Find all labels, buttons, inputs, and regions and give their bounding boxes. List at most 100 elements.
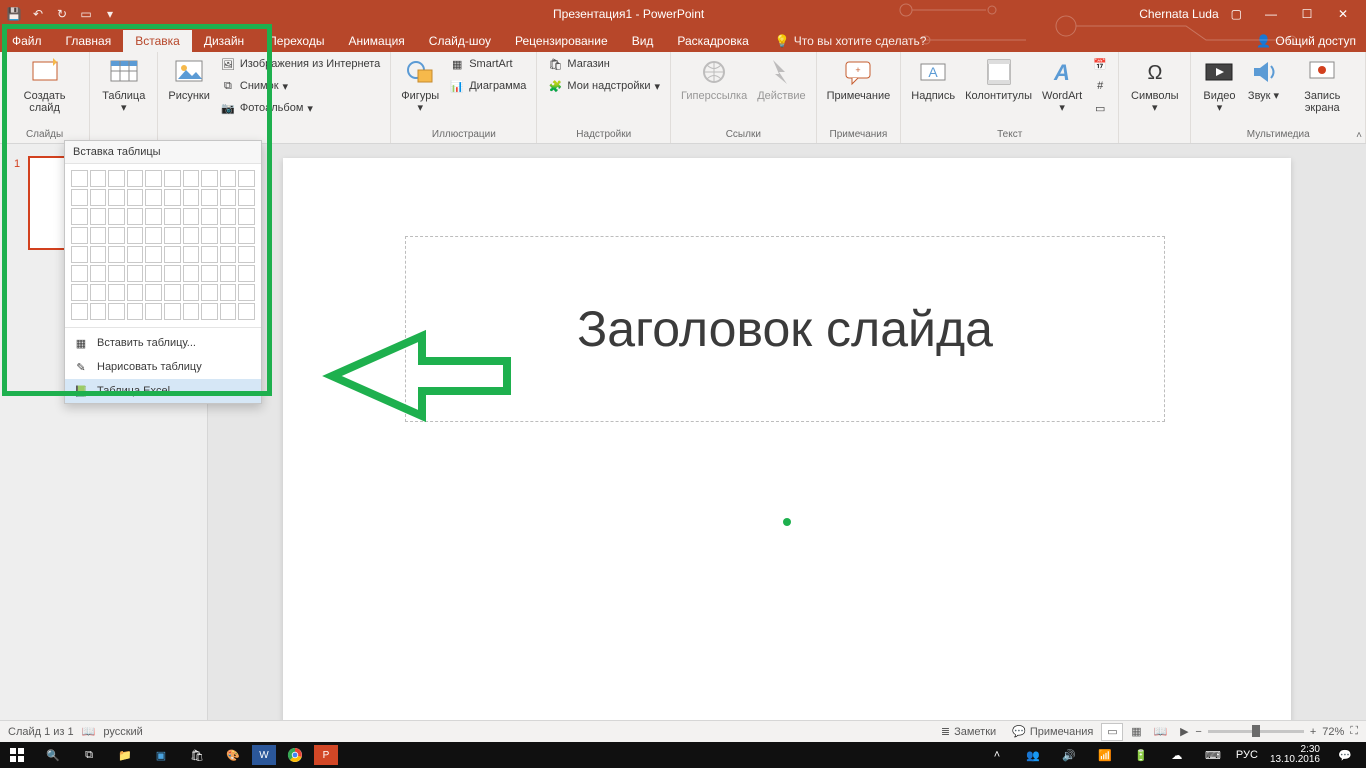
title-placeholder[interactable]: Заголовок слайда xyxy=(405,236,1165,422)
table-grid-cell[interactable] xyxy=(108,208,125,225)
zoom-in-button[interactable]: + xyxy=(1310,726,1316,738)
table-grid-cell[interactable] xyxy=(183,189,200,206)
table-grid-cell[interactable] xyxy=(183,303,200,320)
table-grid-cell[interactable] xyxy=(90,208,107,225)
notes-button[interactable]: ≣Заметки xyxy=(933,725,1004,738)
search-button[interactable]: 🔍 xyxy=(36,742,70,768)
table-grid-cell[interactable] xyxy=(127,265,144,282)
table-grid-cell[interactable] xyxy=(164,265,181,282)
date-time-button[interactable]: 📅 xyxy=(1088,54,1112,74)
online-pictures-button[interactable]: 🖼Изображения из Интернета xyxy=(216,54,384,74)
tray-language[interactable]: РУС xyxy=(1232,742,1262,768)
table-grid-cell[interactable] xyxy=(238,227,255,244)
tab-animations[interactable]: Анимация xyxy=(336,30,416,52)
table-grid-cell[interactable] xyxy=(145,170,162,187)
table-grid-cell[interactable] xyxy=(90,227,107,244)
comments-button[interactable]: 💬Примечания xyxy=(1004,725,1101,738)
table-grid-cell[interactable] xyxy=(127,227,144,244)
tray-clock[interactable]: 2:30 13.10.2016 xyxy=(1264,745,1326,765)
powerpoint-taskbar-button[interactable]: P xyxy=(314,745,338,765)
table-grid-cell[interactable] xyxy=(90,265,107,282)
table-grid-cell[interactable] xyxy=(90,170,107,187)
table-grid-cell[interactable] xyxy=(201,189,218,206)
taskbar-app-button[interactable]: ▣ xyxy=(144,742,178,768)
table-grid-cell[interactable] xyxy=(108,227,125,244)
table-grid-cell[interactable] xyxy=(183,170,200,187)
table-grid-cell[interactable] xyxy=(108,189,125,206)
table-grid-cell[interactable] xyxy=(90,284,107,301)
table-grid-cell[interactable] xyxy=(71,227,88,244)
table-grid-cell[interactable] xyxy=(238,246,255,263)
textbox-button[interactable]: A Надпись xyxy=(907,54,959,104)
table-grid-cell[interactable] xyxy=(127,303,144,320)
table-grid-cell[interactable] xyxy=(220,284,237,301)
audio-button[interactable]: Звук ▾ xyxy=(1244,54,1284,104)
table-grid-cell[interactable] xyxy=(71,246,88,263)
table-grid-cell[interactable] xyxy=(238,284,255,301)
user-name[interactable]: Chernata Luda xyxy=(1139,7,1218,21)
tray-keyboard-icon[interactable]: ⌨ xyxy=(1196,742,1230,768)
zoom-slider[interactable] xyxy=(1208,730,1304,733)
table-grid-cell[interactable] xyxy=(164,246,181,263)
table-grid-cell[interactable] xyxy=(127,170,144,187)
table-button[interactable]: Таблица ▾ xyxy=(96,54,151,116)
paint-taskbar-button[interactable]: 🎨 xyxy=(216,742,250,768)
screenshot-button[interactable]: ⧉Снимок ▾ xyxy=(216,76,384,96)
share-button[interactable]: 👤 Общий доступ xyxy=(1246,30,1366,52)
tab-home[interactable]: Главная xyxy=(54,30,124,52)
photo-album-button[interactable]: 📷Фотоальбом ▾ xyxy=(216,98,384,118)
table-grid-cell[interactable] xyxy=(71,189,88,206)
table-grid-cell[interactable] xyxy=(108,265,125,282)
table-grid-cell[interactable] xyxy=(145,227,162,244)
table-grid-cell[interactable] xyxy=(127,208,144,225)
table-size-grid[interactable] xyxy=(65,164,261,324)
table-grid-cell[interactable] xyxy=(127,189,144,206)
table-grid-cell[interactable] xyxy=(201,170,218,187)
table-grid-cell[interactable] xyxy=(220,303,237,320)
word-taskbar-button[interactable]: W xyxy=(252,745,276,765)
ribbon-display-options-icon[interactable]: ▢ xyxy=(1231,7,1242,21)
table-grid-cell[interactable] xyxy=(108,284,125,301)
table-grid-cell[interactable] xyxy=(108,170,125,187)
tab-storyboarding[interactable]: Раскадровка xyxy=(665,30,760,52)
tray-chevron-icon[interactable]: ˄ xyxy=(980,742,1014,768)
object-button[interactable]: ▭ xyxy=(1088,98,1112,118)
table-grid-cell[interactable] xyxy=(220,265,237,282)
chrome-taskbar-button[interactable] xyxy=(278,742,312,768)
table-grid-cell[interactable] xyxy=(90,303,107,320)
table-grid-cell[interactable] xyxy=(183,246,200,263)
table-grid-cell[interactable] xyxy=(108,246,125,263)
wordart-button[interactable]: A WordArt ▾ xyxy=(1038,54,1086,116)
table-grid-cell[interactable] xyxy=(90,189,107,206)
table-grid-cell[interactable] xyxy=(164,303,181,320)
start-button[interactable] xyxy=(0,742,34,768)
pictures-button[interactable]: Рисунки xyxy=(164,54,214,104)
spell-check-icon[interactable]: 📖 xyxy=(74,725,104,738)
chart-button[interactable]: 📊Диаграмма xyxy=(445,76,530,96)
tab-design[interactable]: Дизайн xyxy=(192,30,256,52)
slideshow-view-button[interactable]: ▶ xyxy=(1173,723,1195,741)
tab-file[interactable]: Файл xyxy=(0,30,54,52)
slide[interactable]: Заголовок слайда xyxy=(283,158,1291,720)
language-indicator[interactable]: русский xyxy=(103,726,142,738)
slide-canvas-area[interactable]: Заголовок слайда xyxy=(208,144,1366,720)
qat-start-from-beginning-icon[interactable]: ▭ xyxy=(78,6,94,22)
tab-slideshow[interactable]: Слайд-шоу xyxy=(417,30,503,52)
table-grid-cell[interactable] xyxy=(164,170,181,187)
table-grid-cell[interactable] xyxy=(183,227,200,244)
table-grid-cell[interactable] xyxy=(238,189,255,206)
tray-onedrive-icon[interactable]: ☁ xyxy=(1160,742,1194,768)
table-grid-cell[interactable] xyxy=(145,265,162,282)
table-grid-cell[interactable] xyxy=(201,265,218,282)
new-slide-button[interactable]: Создать слайд xyxy=(6,54,83,116)
table-grid-cell[interactable] xyxy=(71,265,88,282)
hyperlink-button[interactable]: Гиперссылка xyxy=(677,54,751,104)
table-grid-cell[interactable] xyxy=(201,227,218,244)
table-grid-cell[interactable] xyxy=(145,189,162,206)
qat-redo-icon[interactable]: ↻ xyxy=(54,6,70,22)
tab-view[interactable]: Вид xyxy=(620,30,666,52)
comment-button[interactable]: + Примечание xyxy=(823,54,895,104)
maximize-button[interactable]: ☐ xyxy=(1290,4,1324,24)
table-grid-cell[interactable] xyxy=(164,208,181,225)
draw-table-item[interactable]: ✎Нарисовать таблицу xyxy=(65,355,261,379)
